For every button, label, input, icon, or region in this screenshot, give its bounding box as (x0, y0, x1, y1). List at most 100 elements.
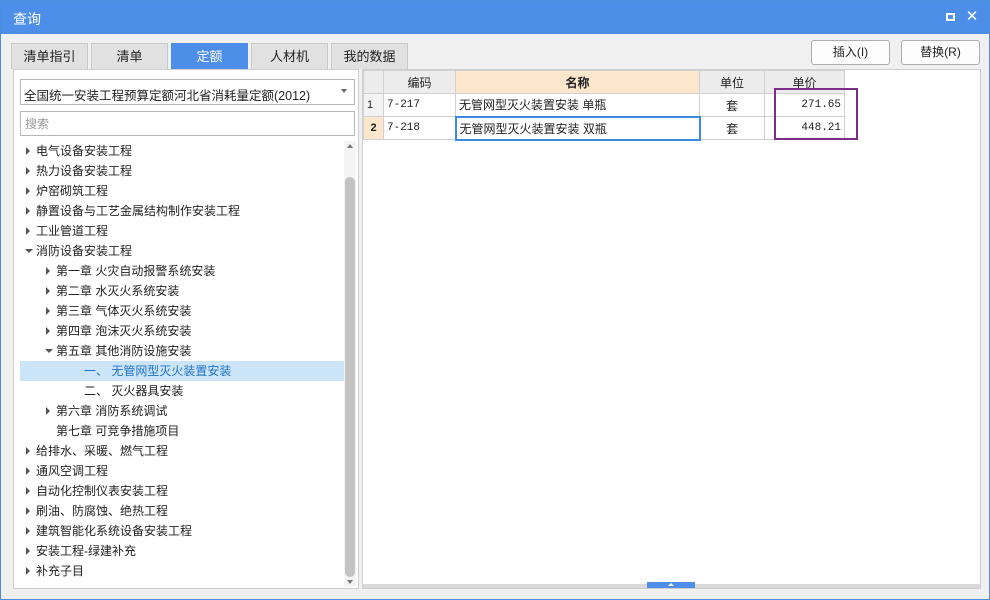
expand-arrow-icon[interactable] (24, 161, 34, 181)
results-grid-panel: 编码 名称 单位 单价 1 7-217 无管网型灭火装置安装 单瓶 套 271.… (362, 69, 981, 589)
table-row[interactable]: 2 7-218 无管网型灭火装置安装 双瓶 套 448.21 (363, 115, 845, 141)
tree-item-label: 一、 无管网型灭火装置安装 (84, 364, 232, 378)
expand-arrow-icon[interactable] (44, 261, 54, 281)
tree-item-label: 热力设备安装工程 (36, 164, 133, 178)
expand-arrow-icon[interactable] (24, 181, 34, 201)
tree-item[interactable]: 一、 无管网型灭火装置安装 (20, 361, 344, 381)
tree-item[interactable]: 建筑智能化系统设备安装工程 (20, 521, 344, 541)
tree-item[interactable]: 第三章 气体灭火系统安装 (20, 301, 344, 321)
tree-item[interactable]: 工业管道工程 (20, 221, 344, 241)
tree-item[interactable]: 第六章 消防系统调试 (20, 401, 344, 421)
tree-item-label: 补充子目 (36, 564, 85, 578)
tree-item[interactable]: 第七章 可竞争措施项目 (20, 421, 344, 441)
row-number-header (363, 70, 384, 94)
title-bar[interactable]: 查询 ✕ (1, 1, 989, 34)
category-tree: 电气设备安装工程 热力设备安装工程 炉窑砌筑工程静置设备与工艺金属结构制作安装工程工… (20, 141, 344, 587)
tree-item-label: 炉窑砌筑工程 (36, 184, 109, 198)
collapse-arrow-icon[interactable] (44, 341, 54, 361)
tree-item[interactable]: 消防设备安装工程 (20, 241, 344, 261)
expand-arrow-icon[interactable] (44, 301, 54, 321)
scroll-up-icon[interactable] (347, 144, 353, 148)
expand-arrow-icon[interactable] (24, 561, 34, 581)
tab-bill[interactable]: 清单 (91, 43, 168, 69)
tab-labor-material-machine[interactable]: 人材机 (251, 43, 328, 69)
tree-item-label: 给排水、采暖、燃气工程 (36, 444, 169, 458)
tree-scrollbar[interactable] (344, 141, 356, 587)
expand-arrow-icon[interactable] (24, 461, 34, 481)
expand-arrow-icon[interactable] (24, 501, 34, 521)
left-panel: 全国统一安装工程预算定额河北省消耗量定额(2012) 电气设备安装工程热力设备安… (13, 69, 359, 589)
tab-quota[interactable]: 定额 (171, 43, 248, 69)
tree-item-label: 消防设备安装工程 (36, 244, 133, 258)
expand-arrow-icon[interactable] (24, 221, 34, 241)
tree-item-label: 第一章 火灾自动报警系统安装 (56, 264, 216, 278)
tree-item[interactable]: 自动化控制仪表安装工程 (20, 481, 344, 501)
tree-item[interactable]: 安装工程-绿建补充 (20, 541, 344, 561)
expand-arrow-icon[interactable] (24, 201, 34, 221)
expand-arrow-icon[interactable] (24, 481, 34, 501)
scroll-thumb[interactable] (345, 177, 355, 577)
tree-item[interactable]: 刷油、防腐蚀、绝热工程 (20, 501, 344, 521)
tree-item-label: 二、 灭火器具安装 (84, 384, 184, 398)
replace-button[interactable]: 替换(R) (901, 40, 980, 65)
column-header-unit[interactable]: 单位 (699, 70, 765, 94)
window-title: 查询 (13, 11, 41, 27)
tree-item-label: 电气设备安装工程 (36, 144, 133, 158)
tree-item[interactable]: 第四章 泡沫灭火系统安装 (20, 321, 344, 341)
maximize-icon[interactable] (941, 8, 959, 26)
expand-arrow-icon[interactable] (44, 321, 54, 341)
query-dialog: 查询 ✕ 清单指引 清单 定额 人材机 我的数据 插入(I) 替换(R) 全国统… (0, 0, 990, 600)
tree-item-label: 刷油、防腐蚀、绝热工程 (36, 504, 169, 518)
tree-item-label: 第五章 其他消防设施安装 (56, 344, 192, 358)
tree-item[interactable]: 给排水、采暖、燃气工程 (20, 441, 344, 461)
row-number[interactable]: 2 (363, 116, 384, 140)
cell-code[interactable]: 7-218 (383, 116, 456, 140)
expand-arrow-icon[interactable] (44, 281, 54, 301)
cell-name[interactable]: 无管网型灭火装置安装 单瓶 (455, 93, 700, 117)
cell-unit[interactable]: 套 (699, 93, 765, 117)
column-header-code[interactable]: 编码 (383, 70, 456, 94)
cell-code[interactable]: 7-217 (383, 93, 456, 117)
tree-item-label: 通风空调工程 (36, 464, 109, 478)
tree-item-label: 第二章 水灭火系统安装 (56, 284, 180, 298)
expand-arrow-icon[interactable] (44, 401, 54, 421)
tree-item[interactable]: 炉窑砌筑工程 (20, 181, 344, 201)
tree-item[interactable]: 热力设备安装工程 (20, 161, 344, 181)
tree-item[interactable]: 第一章 火灾自动报警系统安装 (20, 261, 344, 281)
row-number[interactable]: 1 (363, 93, 384, 117)
tree-item-label: 第三章 气体灭火系统安装 (56, 304, 192, 318)
quota-library-select[interactable]: 全国统一安装工程预算定额河北省消耗量定额(2012) (20, 79, 355, 105)
tab-bill-guide[interactable]: 清单指引 (11, 43, 88, 69)
cell-unit[interactable]: 套 (699, 116, 765, 140)
expand-arrow-icon[interactable] (24, 141, 34, 161)
table-row[interactable]: 1 7-217 无管网型灭火装置安装 单瓶 套 271.65 (363, 93, 845, 117)
expand-arrow-icon[interactable] (24, 441, 34, 461)
tree-item-label: 自动化控制仪表安装工程 (36, 484, 169, 498)
price-highlight-box (774, 88, 858, 140)
search-input[interactable] (20, 111, 355, 136)
tree-item[interactable]: 静置设备与工艺金属结构制作安装工程 (20, 201, 344, 221)
tree-item-label: 安装工程-绿建补充 (36, 544, 136, 558)
results-grid: 编码 名称 单位 单价 1 7-217 无管网型灭火装置安装 单瓶 套 271.… (363, 70, 845, 141)
tree-item-label: 静置设备与工艺金属结构制作安装工程 (36, 204, 241, 218)
expand-arrow-icon[interactable] (24, 521, 34, 541)
tab-my-data[interactable]: 我的数据 (331, 43, 408, 69)
tree-item[interactable]: 二、 灭火器具安装 (20, 381, 344, 401)
tree-item[interactable]: 第五章 其他消防设施安装 (20, 341, 344, 361)
tree-item[interactable]: 通风空调工程 (20, 461, 344, 481)
column-header-name[interactable]: 名称 (455, 70, 700, 94)
tree-item[interactable]: 电气设备安装工程 (20, 141, 344, 161)
insert-button[interactable]: 插入(I) (811, 40, 890, 65)
tree-item-label: 第七章 可竞争措施项目 (56, 424, 180, 438)
collapse-arrow-icon[interactable] (24, 241, 34, 261)
tree-item[interactable]: 第二章 水灭火系统安装 (20, 281, 344, 301)
close-icon[interactable]: ✕ (963, 8, 981, 26)
scroll-down-icon[interactable] (347, 580, 353, 584)
chevron-down-icon (341, 89, 347, 93)
cell-name[interactable]: 无管网型灭火装置安装 双瓶 (454, 115, 701, 141)
expand-arrow-icon[interactable] (24, 541, 34, 561)
tree-item[interactable]: 补充子目 (20, 561, 344, 581)
chevron-up-icon (668, 583, 674, 586)
grid-header-row: 编码 名称 单位 单价 (363, 70, 845, 94)
splitter-grip[interactable] (647, 582, 695, 588)
